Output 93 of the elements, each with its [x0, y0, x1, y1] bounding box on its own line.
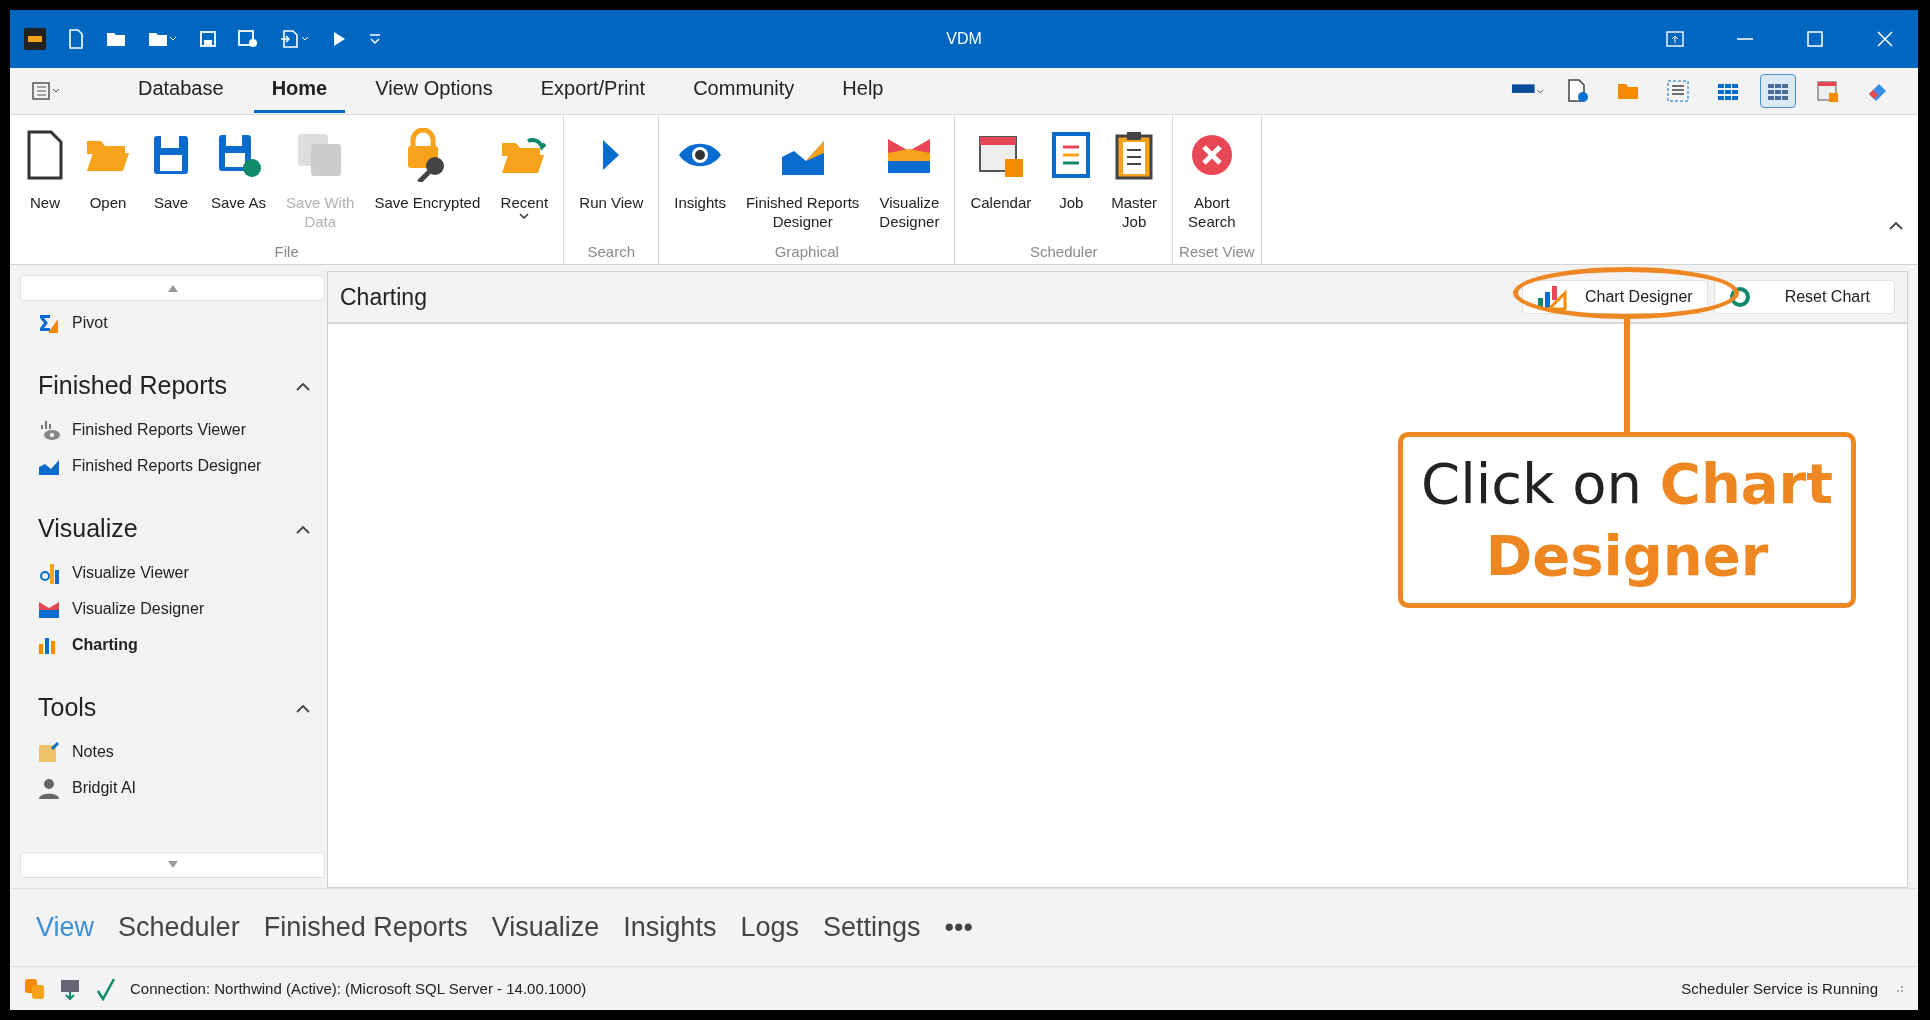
app-logo-icon [24, 28, 46, 50]
nav-tab[interactable]: Insights [611, 912, 729, 943]
customize-caret-icon [368, 32, 382, 46]
sidebar-item[interactable]: Finished Reports Viewer [24, 412, 260, 448]
triangle-down-icon [166, 861, 179, 869]
triangle-up-icon [166, 284, 179, 292]
collapse-ribbon-icon [1888, 220, 1904, 230]
collapse-toggle[interactable] [295, 702, 311, 713]
document-icon [25, 130, 65, 180]
menu-list-icon [32, 82, 62, 100]
grid-icon [1717, 82, 1739, 100]
ribbon-button[interactable]: Save As [202, 123, 276, 243]
section-title: Finished Reports [38, 371, 227, 400]
group-label: Search [586, 243, 637, 262]
panel-title: Charting [340, 283, 427, 311]
ribbon-button[interactable]: Open [76, 123, 140, 243]
collapse-toggle[interactable] [295, 523, 311, 534]
sidebar-item[interactable]: Notes [24, 734, 128, 770]
menu-tab[interactable]: View Options [357, 69, 511, 113]
group-label: Scheduler [1028, 243, 1099, 262]
window-title: VDM [946, 30, 982, 48]
menu-tab[interactable]: Help [824, 69, 902, 113]
menu-tab[interactable]: Database [120, 69, 242, 113]
person-icon [38, 777, 60, 799]
close-icon [1189, 133, 1234, 177]
ribbon-button[interactable]: Abort Search [1179, 123, 1245, 243]
nav-tab[interactable]: Settings [810, 912, 933, 943]
close-icon [1876, 31, 1894, 47]
checkmark-icon [96, 976, 116, 1001]
toolbar-button[interactable] [1760, 74, 1796, 108]
chart-designer-button[interactable]: Chart Designer [1522, 280, 1708, 314]
ribbon-button[interactable]: Visualize Designer [870, 123, 949, 243]
chevron-up-icon [295, 380, 311, 391]
nav-tab[interactable]: Scheduler [106, 912, 252, 943]
section-title: Tools [38, 693, 97, 722]
nav-tab[interactable]: Finished Reports [251, 912, 480, 943]
import-caret-icon [280, 30, 310, 48]
ribbon-button[interactable]: Job [1042, 123, 1101, 243]
ribbon-button[interactable]: Insights [665, 123, 735, 243]
ring-icon [1728, 286, 1751, 308]
chevron-up-icon [295, 523, 311, 534]
calendar-icon [1817, 79, 1839, 103]
collapse-toggle[interactable] [295, 380, 311, 391]
sidebar-item[interactable]: Charting [24, 627, 152, 663]
sidebar-item[interactable]: Pivot [24, 305, 122, 341]
grid-icon [1767, 82, 1789, 100]
ribbon-button[interactable]: Calendar [961, 123, 1041, 243]
section-title: Visualize [38, 514, 138, 543]
document-icon [68, 29, 84, 49]
maximize-icon [1806, 31, 1824, 47]
ribbon-button[interactable]: Master Job [1102, 123, 1167, 243]
ribbon-button[interactable]: Save Encrypted [365, 123, 490, 243]
group-label: Graphical [773, 243, 840, 262]
eye-chart-icon [38, 419, 60, 441]
floppy-disk-icon [238, 30, 258, 48]
restore-panel-icon [1666, 31, 1684, 47]
sidebar-item[interactable]: Visualize Designer [24, 591, 219, 627]
list-icon [1667, 80, 1689, 102]
folder-icon [1617, 82, 1639, 100]
sidebar-item[interactable]: Finished Reports Designer [24, 448, 276, 484]
sticky-note-icon [38, 741, 60, 763]
scheduler-status: Scheduler Service is Running [1681, 980, 1878, 997]
play-icon [332, 31, 346, 47]
ribbon-button[interactable]: Finished Reports Designer [736, 123, 869, 243]
menu-tab[interactable]: Community [675, 69, 813, 113]
chart-ruler-icon [1537, 284, 1567, 310]
reset-chart-button[interactable]: Reset Chart [1713, 280, 1895, 314]
chart-magnifier-icon [38, 562, 60, 584]
group-label: File [273, 243, 300, 262]
document-list-icon [1051, 131, 1092, 179]
ribbon-button[interactable]: Save [142, 123, 200, 243]
folder-icon [106, 31, 126, 47]
bowtie-chart-icon [38, 600, 60, 618]
ribbon-button[interactable]: New [16, 123, 74, 243]
folder-caret-icon [148, 31, 178, 47]
sigma-icon [38, 313, 60, 333]
nav-tab[interactable]: Logs [728, 912, 811, 943]
clipboard-icon [1114, 130, 1155, 180]
database-stack-icon [24, 977, 46, 1000]
menu-tab[interactable]: Export/Print [522, 69, 664, 113]
callout-text: Click on Chart Designer [1420, 450, 1834, 590]
minimize-icon [1736, 38, 1754, 40]
nav-tab[interactable]: ••• [932, 912, 985, 943]
chevron-up-icon [295, 702, 311, 713]
document-gear-icon [1567, 79, 1589, 103]
ribbon-button[interactable]: Recent [491, 123, 558, 243]
nav-tab[interactable]: Visualize [479, 912, 612, 943]
ribbon-button[interactable]: Run View [570, 123, 653, 243]
sidebar-item[interactable]: Visualize Viewer [24, 555, 203, 591]
group-label: Reset View [1179, 243, 1255, 262]
sidebar-item[interactable]: Bridgit AI [24, 770, 151, 806]
monitor-icon [60, 977, 82, 1000]
connection-status: Connection: Northwind (Active): (Microsoft SQL Server - 14.00.1000) [130, 980, 587, 997]
